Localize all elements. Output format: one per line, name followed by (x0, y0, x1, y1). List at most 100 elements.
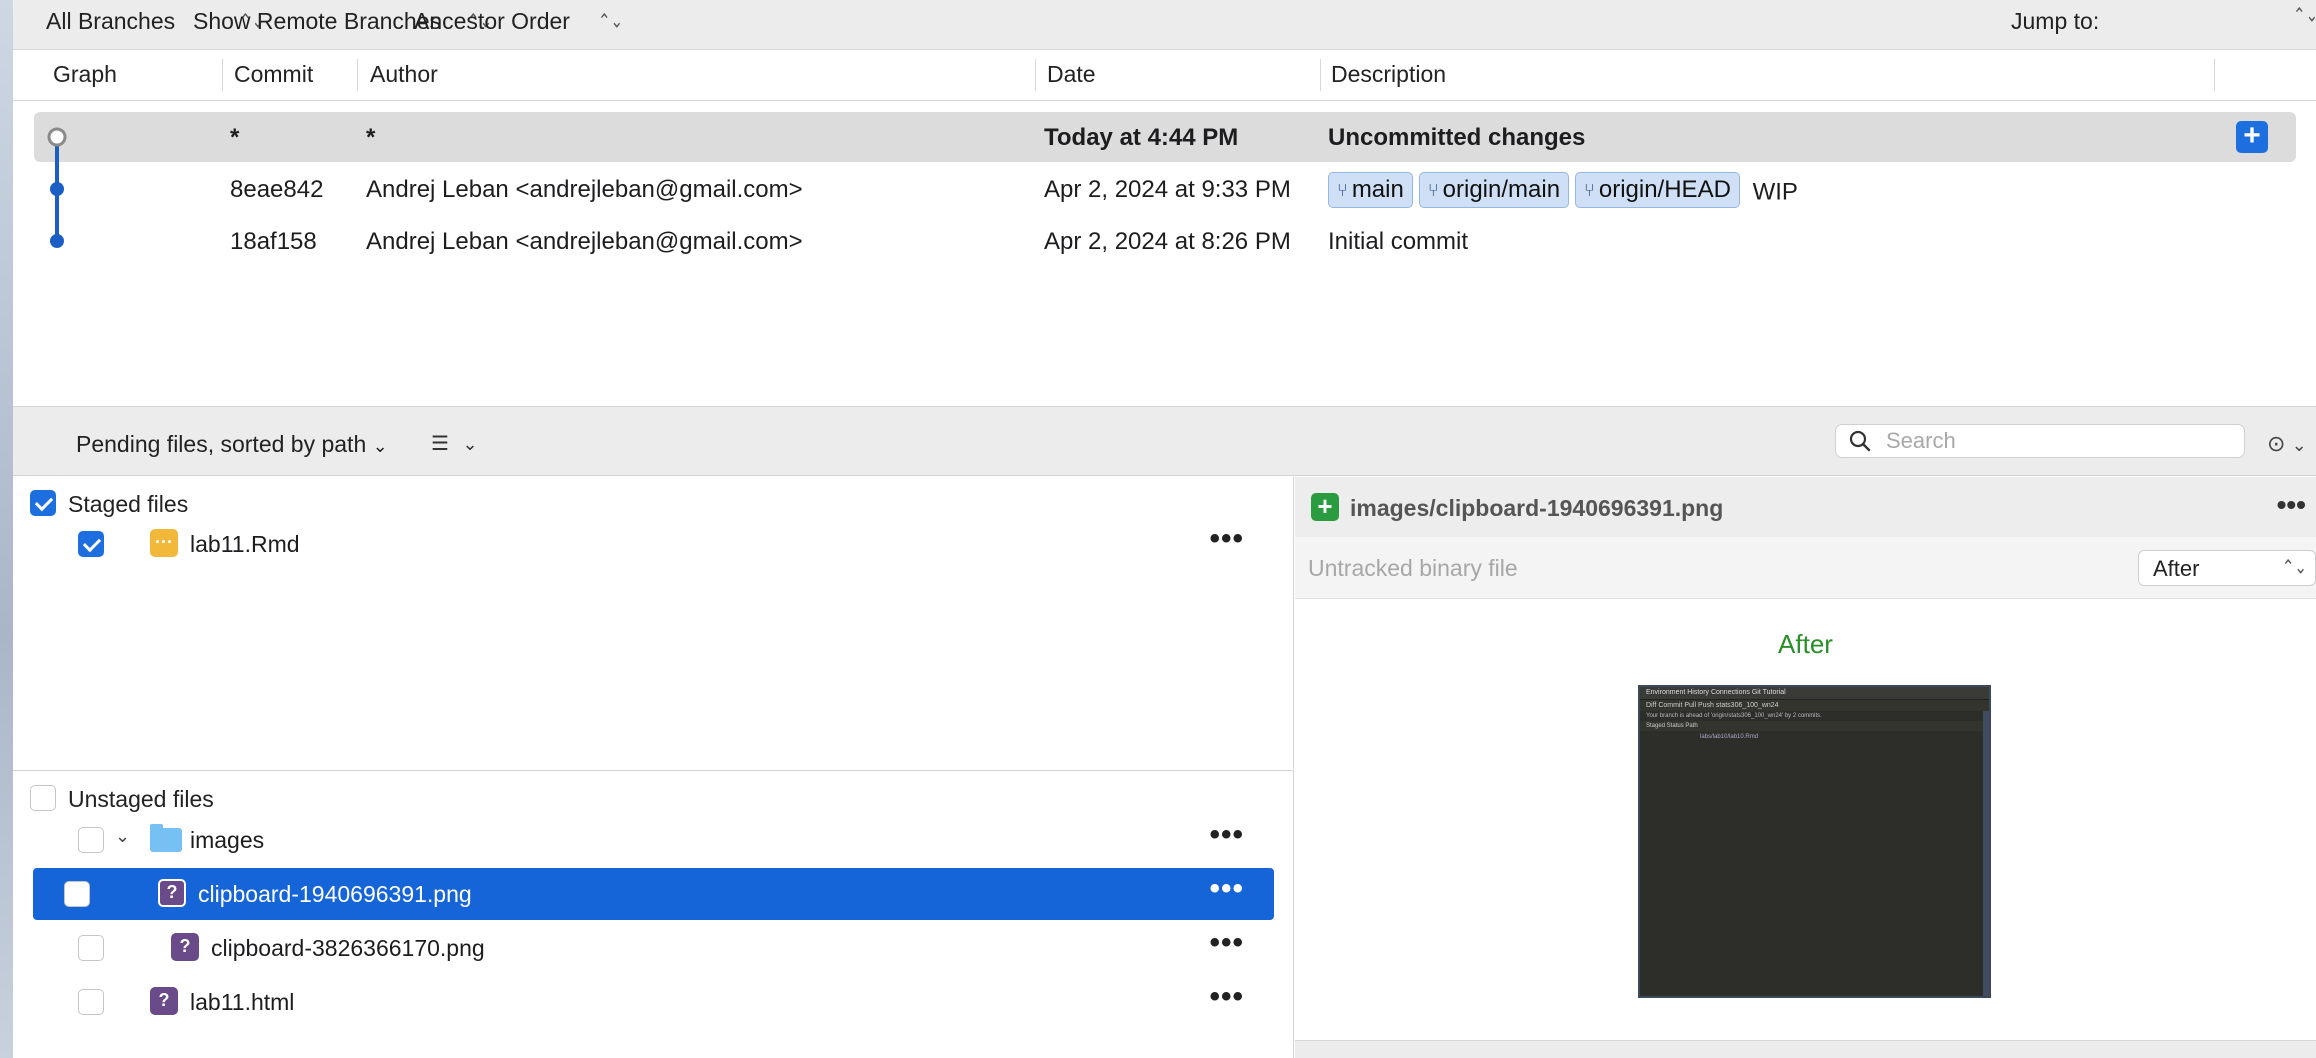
jump-to-selector[interactable]: Jump to: (2011, 8, 2099, 35)
staged-all-checkbox[interactable] (30, 490, 56, 516)
search-box[interactable] (1835, 424, 2245, 458)
column-divider (2214, 59, 2215, 91)
unstaged-files-title: Unstaged files (68, 786, 214, 812)
preview-header: Staged Status Path (1640, 721, 1989, 731)
branch-icon: ⑂ (1337, 179, 1348, 200)
diff-file-path: images/clipboard-1940696391.png (1350, 495, 1724, 521)
diff-pane: + images/clipboard-1940696391.png ••• Un… (1295, 477, 2316, 1058)
file-name: lab11.Rmd (190, 531, 300, 557)
commit-row[interactable]: 8eae842 Andrej Leban <andrejleban@gmail.… (34, 164, 2296, 214)
commit-date: Today at 4:44 PM (1044, 124, 1239, 151)
image-label: After (1778, 629, 1833, 659)
staged-files-title: Staged files (68, 491, 189, 517)
chevron-down-icon: ⌄ (2291, 435, 2307, 455)
column-divider (1320, 59, 1321, 91)
diff-subheader: Untracked binary file After ⌃⌄ (1295, 537, 2316, 599)
commit-graph (47, 127, 67, 248)
graph-node (50, 182, 64, 196)
commit-row[interactable]: 18af158 Andrej Leban <andrejleban@gmail.… (34, 216, 2296, 266)
unstaged-file-row[interactable]: ? lab11.html ••• (33, 976, 1274, 1028)
sort-label: Pending files, sorted by path (76, 431, 367, 457)
graph-node-uncommitted (47, 127, 67, 147)
branch-tag-main[interactable]: ⑂ main (1328, 172, 1413, 208)
branch-tag-origin-main[interactable]: ⑂ origin/main (1418, 172, 1570, 208)
preview-toolbar: Diff Commit Pull Push stats306_100_wn24 (1640, 699, 1989, 711)
stage-all-button[interactable]: + (2236, 121, 2268, 153)
column-description[interactable]: Description (1331, 61, 1446, 88)
commit-description: Uncommitted changes (1328, 124, 1586, 151)
commit-hash: 8eae842 (230, 176, 324, 203)
file-name: clipboard-3826366170.png (211, 935, 485, 961)
file-checkbox[interactable] (78, 989, 104, 1015)
pending-files-bar: Pending files, sorted by path ⌄ ☰ ⌄ ⊙ ⌄ (13, 406, 2316, 476)
search-icon (1849, 430, 1871, 452)
tag-label: origin/main (1442, 176, 1561, 203)
folder-row[interactable]: ⌄ images ••• (33, 814, 1274, 866)
preview-message: Your branch is ahead of 'origin/stats306… (1646, 713, 1822, 719)
view-options-menu[interactable]: ☰ ⌄ (431, 431, 478, 456)
updown-icon: ⌃⌄ (597, 10, 624, 33)
sort-menu[interactable]: Pending files, sorted by path ⌄ (76, 431, 388, 458)
commit-hash: * (230, 124, 240, 151)
column-graph[interactable]: Graph (53, 61, 117, 88)
history-column-header: Graph Commit Author Date Description (13, 51, 2316, 101)
more-icon[interactable]: ••• (1209, 872, 1244, 906)
diff-subtitle: Untracked binary file (1308, 555, 1518, 581)
more-icon[interactable]: ••• (1209, 818, 1244, 852)
commit-date: Apr 2, 2024 at 9:33 PM (1044, 176, 1291, 203)
commit-row-uncommitted[interactable]: * * Today at 4:44 PM Uncommitted changes… (34, 112, 2296, 162)
tag-label: origin/HEAD (1598, 176, 1731, 203)
folder-icon (150, 824, 182, 852)
diff-footer (1295, 1040, 2316, 1058)
chevron-down-icon: ⌄ (372, 436, 388, 456)
remote-branches-label: Show Remote Branches (193, 8, 442, 34)
preview-row: labs/lab10/lab10.Rmd (1700, 734, 1759, 740)
unstaged-file-row[interactable]: ? clipboard-3826366170.png ••• (33, 922, 1274, 974)
folder-name: images (190, 827, 265, 853)
preview-tabs: Environment History Connections Git Tuto… (1640, 687, 1989, 699)
order-selector[interactable]: Ancestor Order ⌃⌄ (414, 8, 623, 35)
order-label: Ancestor Order (414, 8, 570, 34)
more-icon[interactable]: ••• (1209, 980, 1244, 1014)
commit-message: WIP (1752, 178, 1798, 206)
commit-history: * * Today at 4:44 PM Uncommitted changes… (13, 102, 2316, 405)
ellipsis-circle-icon: ⊙ (2267, 431, 2286, 456)
window-edge (0, 0, 13, 1058)
staged-file-row[interactable]: ··· lab11.Rmd ••• (33, 518, 1274, 570)
commit-author: * (366, 124, 376, 151)
file-name: clipboard-1940696391.png (198, 881, 472, 907)
more-icon[interactable]: ••• (2277, 489, 2306, 521)
column-date[interactable]: Date (1047, 61, 1096, 88)
more-options-menu[interactable]: ⊙ ⌄ (2267, 431, 2307, 457)
column-divider (357, 59, 358, 91)
more-icon[interactable]: ••• (1209, 522, 1244, 556)
file-checkbox[interactable] (64, 881, 90, 907)
unstaged-file-row-selected[interactable]: ? clipboard-1940696391.png ••• (33, 868, 1274, 920)
column-divider (222, 59, 223, 91)
branch-icon: ⑂ (1427, 179, 1439, 200)
file-checkbox[interactable] (78, 531, 104, 557)
diff-mode-select[interactable]: After ⌃⌄ (2138, 550, 2316, 586)
chevron-down-icon: ⌄ (462, 434, 478, 454)
updown-icon[interactable]: ⌃⌄ (2293, 6, 2316, 26)
search-input[interactable] (1886, 427, 2226, 455)
commit-author: Andrej Leban <andrejleban@gmail.com> (366, 176, 803, 203)
branches-label: All Branches (46, 8, 176, 34)
unstaged-all-checkbox[interactable] (30, 785, 56, 811)
file-checkbox[interactable] (78, 935, 104, 961)
column-author[interactable]: Author (370, 61, 438, 88)
column-commit[interactable]: Commit (234, 61, 313, 88)
added-file-icon: + (1311, 493, 1339, 521)
chevron-down-icon[interactable]: ⌄ (115, 826, 130, 847)
untracked-icon: ? (171, 933, 199, 961)
folder-checkbox[interactable] (78, 827, 104, 853)
graph-node (50, 234, 64, 248)
more-icon[interactable]: ••• (1209, 926, 1244, 960)
preview-scrollbar (1983, 711, 1989, 996)
modified-icon: ··· (150, 529, 178, 557)
tag-label: main (1351, 176, 1404, 203)
branch-tag-origin-head[interactable]: ⑂ origin/HEAD (1575, 172, 1740, 208)
branch-icon: ⑂ (1584, 179, 1595, 200)
file-name: lab11.html (190, 989, 295, 1015)
commit-date: Apr 2, 2024 at 8:26 PM (1044, 228, 1291, 255)
